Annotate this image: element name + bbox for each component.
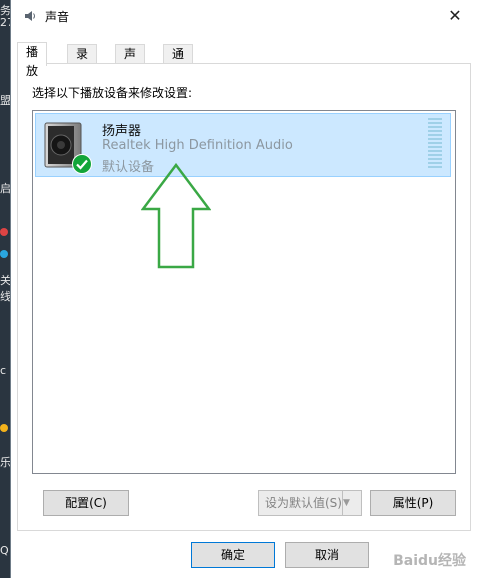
playback-panel: 选择以下播放设备来修改设置: 扬声器 Realtek High Definiti… (17, 63, 471, 531)
window-title: 声音 (45, 10, 70, 24)
cancel-button[interactable]: 取消 (285, 542, 369, 568)
sound-dialog: 声音 ✕ 播放 录制 声音 通信 选择以下播放设备来修改设置: (10, 0, 479, 578)
desktop-icon (0, 424, 8, 432)
annotation-up-arrow-icon (141, 163, 211, 269)
instruction-text: 选择以下播放设备来修改设置: (32, 86, 193, 100)
tab-playback[interactable]: 播放 (17, 42, 48, 78)
configure-button[interactable]: 配置(C) (43, 490, 129, 516)
tab-sounds[interactable]: 声音 (115, 44, 146, 80)
volume-level-meter (428, 118, 442, 170)
desktop-icon (0, 228, 8, 236)
device-name: 扬声器 (102, 124, 142, 139)
ok-button[interactable]: 确定 (191, 542, 275, 568)
tab-recording[interactable]: 录制 (67, 44, 98, 80)
speaker-icon (25, 11, 35, 21)
set-default-button[interactable]: 设为默认值(S) ▼ (258, 490, 362, 516)
watermark: Baidu经验 (393, 553, 466, 569)
title-bar[interactable]: 声音 ✕ (11, 0, 479, 32)
device-row-speakers[interactable]: 扬声器 Realtek High Definition Audio 默认设备 (35, 113, 451, 177)
properties-button[interactable]: 属性(P) (370, 490, 456, 516)
desktop-icon (0, 250, 8, 258)
default-check-icon (72, 154, 92, 174)
set-default-dropdown-arrow[interactable]: ▼ (342, 491, 361, 515)
tab-communications[interactable]: 通信 (163, 44, 194, 80)
device-driver: Realtek High Definition Audio (102, 138, 293, 153)
close-button[interactable]: ✕ (438, 2, 472, 30)
device-list[interactable]: 扬声器 Realtek High Definition Audio 默认设备 (32, 110, 456, 474)
set-default-label: 设为默认值(S) (265, 496, 342, 510)
